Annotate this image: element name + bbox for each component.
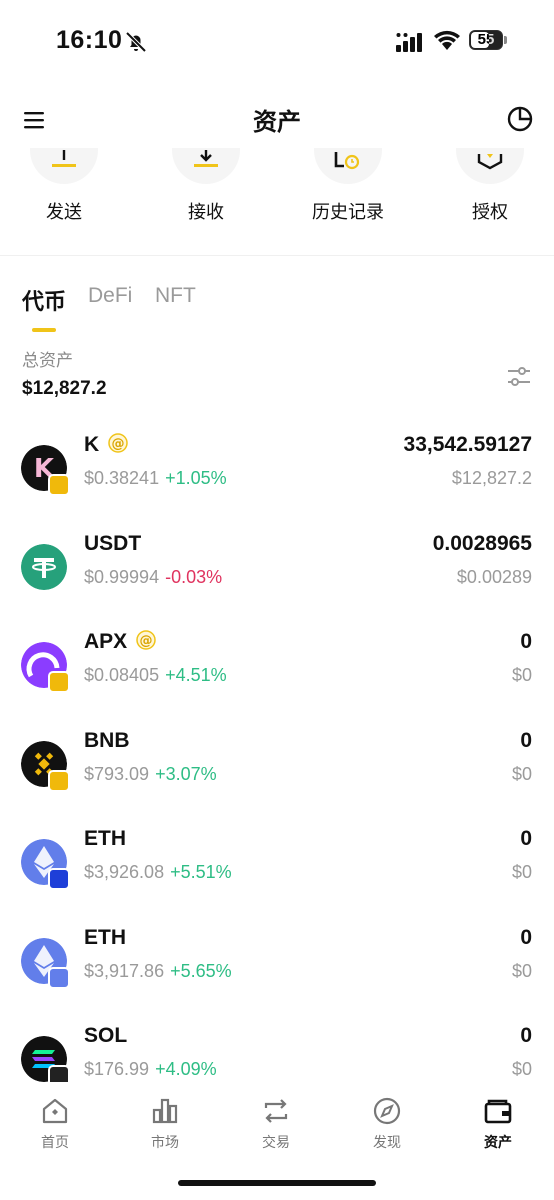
tab-active-indicator	[32, 328, 56, 332]
token-price: $176.99	[84, 1059, 150, 1079]
swap-icon	[264, 1099, 288, 1123]
nav-discover[interactable]: 发现	[332, 1096, 442, 1152]
send-icon	[30, 148, 98, 184]
bnb-chain-badge-icon	[48, 770, 70, 792]
svg-text:@: @	[140, 634, 153, 649]
at-tag-icon: @	[108, 433, 128, 453]
history-icon	[314, 148, 382, 184]
eth-chain-badge-icon	[48, 967, 70, 989]
token-change: +4.09%	[155, 1059, 217, 1079]
token-symbol: K	[84, 433, 100, 456]
token-balance: 0	[520, 630, 532, 653]
status-time: 16:10	[56, 26, 123, 54]
token-change: +3.07%	[155, 764, 217, 784]
section-divider	[0, 255, 554, 256]
app-header: 资产	[0, 92, 554, 148]
token-price: $0.08405	[84, 665, 160, 685]
bnb-chain-badge-icon	[48, 671, 70, 693]
tab-tokens[interactable]: 代币	[22, 284, 66, 316]
home-indicator	[178, 1180, 376, 1186]
send-button[interactable]: 发送	[4, 148, 124, 224]
nav-trade[interactable]: 交易	[221, 1096, 331, 1152]
history-button[interactable]: 历史记录	[288, 148, 408, 224]
token-value: $0	[511, 665, 532, 685]
authorize-button[interactable]: 授权	[430, 148, 550, 224]
token-value: $0	[511, 961, 532, 981]
receive-label: 接收	[188, 202, 224, 222]
token-change: +1.05%	[165, 468, 227, 488]
token-balance: 0	[520, 926, 532, 949]
tab-defi[interactable]: DeFi	[88, 284, 132, 308]
authorize-label: 授权	[472, 202, 508, 222]
nav-assets[interactable]: 资产	[443, 1096, 553, 1152]
svg-text:@: @	[112, 437, 125, 452]
nav-assets-label: 资产	[484, 1134, 512, 1150]
token-change: +5.65%	[170, 961, 232, 981]
token-row[interactable]: BNB $793.09 +3.07% 0 $0	[0, 729, 554, 819]
quick-actions: 发送 接收 历史记录 授权	[0, 148, 554, 248]
page-title: 资产	[253, 109, 301, 136]
home-icon	[42, 1098, 68, 1124]
nav-discover-label: 发现	[373, 1134, 401, 1150]
token-change: -0.03%	[165, 567, 223, 587]
token-row[interactable]: K K @ $0.38241 +1.05% 33,542.59127 $12,82…	[0, 433, 554, 523]
token-row[interactable]: ETH $3,917.86 +5.65% 0 $0	[0, 926, 554, 1016]
token-price: $0.38241	[84, 468, 160, 488]
token-balance: 0.0028965	[432, 532, 532, 555]
receive-icon	[172, 148, 240, 184]
chain-badge-icon	[48, 868, 70, 890]
battery-indicator: 55	[469, 30, 509, 52]
nav-home[interactable]: 首页	[0, 1096, 110, 1152]
token-price: $0.99994	[84, 567, 160, 587]
token-balance: 0	[520, 827, 532, 850]
total-assets-label: 总资产	[22, 351, 73, 370]
token-value: $0	[511, 862, 532, 882]
tab-nft[interactable]: NFT	[155, 284, 196, 308]
nav-market[interactable]: 市场	[110, 1096, 220, 1152]
history-label: 历史记录	[312, 202, 384, 222]
token-row[interactable]: APX @ $0.08405 +4.51% 0 $0	[0, 630, 554, 720]
token-symbol: USDT	[84, 532, 142, 555]
token-row[interactable]: ETH $3,926.08 +5.51% 0 $0	[0, 827, 554, 917]
token-row[interactable]: USDT $0.99994 -0.03% 0.0028965 $0.00289	[0, 532, 554, 622]
token-value: $0	[511, 764, 532, 784]
wallet-icon	[484, 1099, 512, 1124]
bnb-chain-badge-icon	[48, 474, 70, 496]
at-tag-icon: @	[136, 630, 156, 650]
cell-signal-icon	[396, 33, 422, 52]
pie-chart-icon[interactable]	[505, 104, 535, 134]
compass-icon	[373, 1097, 401, 1125]
token-value: $0	[511, 1059, 532, 1079]
filter-settings-icon[interactable]	[506, 364, 532, 390]
token-change: +5.51%	[170, 862, 232, 882]
usdt-token-icon	[21, 544, 67, 590]
token-balance: 0	[520, 729, 532, 752]
token-price: $3,917.86	[84, 961, 165, 981]
total-assets-value: $12,827.2	[22, 378, 107, 399]
token-balance: 0	[520, 1024, 532, 1047]
receive-button[interactable]: 接收	[146, 148, 266, 224]
nav-trade-label: 交易	[262, 1134, 290, 1150]
token-value: $0.00289	[456, 567, 532, 587]
token-change: +4.51%	[165, 665, 227, 685]
wifi-icon	[434, 30, 460, 50]
status-bar: 16:10 55	[0, 0, 554, 84]
token-price: $3,926.08	[84, 862, 165, 882]
send-label: 发送	[46, 202, 82, 222]
bell-muted-icon	[125, 31, 147, 53]
token-symbol: BNB	[84, 729, 130, 752]
nav-market-label: 市场	[151, 1134, 179, 1150]
nav-home-label: 首页	[41, 1134, 69, 1150]
token-symbol: ETH	[84, 926, 126, 949]
token-symbol: ETH	[84, 827, 126, 850]
token-price: $793.09	[84, 764, 150, 784]
market-chart-icon	[152, 1098, 178, 1124]
token-symbol: SOL	[84, 1024, 128, 1047]
authorize-icon	[456, 148, 524, 184]
battery-level: 55	[477, 31, 495, 48]
token-balance: 33,542.59127	[403, 433, 532, 456]
token-value: $12,827.2	[451, 468, 532, 488]
token-symbol: APX	[84, 630, 128, 653]
